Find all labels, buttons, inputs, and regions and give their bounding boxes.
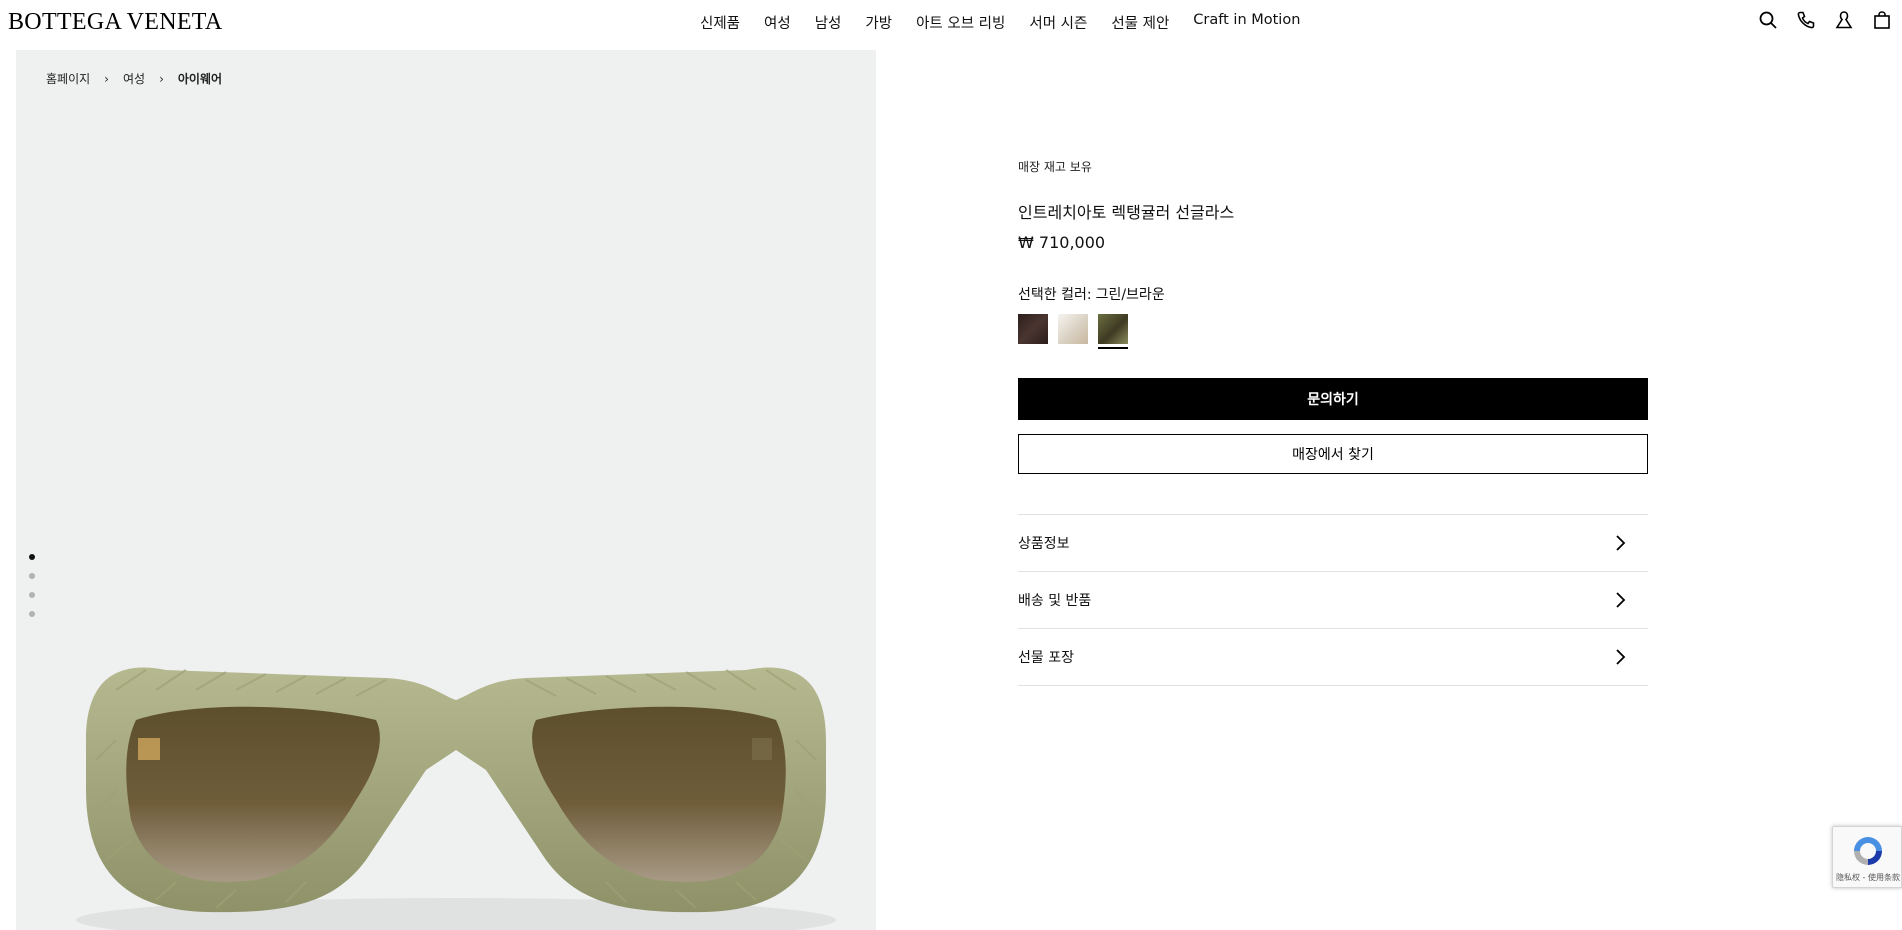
main-nav: 신제품 여성 남성 가방 아트 오브 리빙 서머 시즌 선물 제안 Craft … [700, 12, 1300, 33]
search-icon[interactable] [1758, 10, 1778, 30]
chevron-right-icon [1616, 649, 1626, 665]
nav-item-gifts[interactable]: 선물 제안 [1111, 12, 1169, 33]
stock-status: 매장 재고 보유 [1018, 160, 1092, 174]
swatch-dark-brown[interactable] [1018, 314, 1048, 344]
product-price: ₩ 710,000 [1018, 233, 1106, 252]
product-detail-panel: 매장 재고 보유 인트레치아토 렉탱귤러 선글라스 ₩ 710,000 선택한 … [1018, 158, 1648, 686]
nav-item-art-of-living[interactable]: 아트 오브 리빙 [916, 12, 1005, 33]
recaptcha-icon [1854, 837, 1882, 865]
phone-icon[interactable] [1796, 10, 1816, 30]
gallery-pagination [29, 554, 35, 617]
accordion-label: 상품정보 [1018, 536, 1070, 552]
brand-logo[interactable]: BOTTEGA VENETA [8, 9, 222, 36]
find-in-store-button[interactable]: 매장에서 찾기 [1018, 434, 1648, 474]
gallery-dot-2[interactable] [29, 573, 35, 579]
breadcrumb-eyewear: 아이웨어 [177, 72, 223, 86]
selected-color-label: 선택한 컬러: [1018, 287, 1092, 303]
inquire-button[interactable]: 문의하기 [1018, 378, 1648, 420]
nav-item-women[interactable]: 여성 [764, 12, 791, 33]
bag-icon[interactable] [1872, 10, 1892, 30]
chevron-right-icon [1616, 592, 1626, 608]
recaptcha-terms[interactable]: 隐私权 - 使用条款 [1835, 872, 1901, 883]
selected-color-value: 그린/브라운 [1095, 287, 1165, 303]
accordion-product-info[interactable]: 상품정보 [1018, 515, 1648, 572]
breadcrumb-women[interactable]: 여성 [123, 70, 145, 87]
accordion-label: 배송 및 반품 [1018, 593, 1092, 609]
recaptcha-badge[interactable]: 隐私权 - 使用条款 [1832, 826, 1902, 888]
chevron-right-icon [1616, 535, 1626, 551]
accordion-shipping-returns[interactable]: 배송 및 반품 [1018, 572, 1648, 629]
breadcrumb: 홈페이지 › 여성 › 아이웨어 [46, 70, 222, 87]
product-accordion: 상품정보 배송 및 반품 선물 포장 [1018, 514, 1648, 686]
nav-item-men[interactable]: 남성 [815, 12, 842, 33]
nav-item-summer-season[interactable]: 서머 시즌 [1029, 12, 1087, 33]
product-image-sunglasses [76, 667, 836, 930]
site-header: BOTTEGA VENETA 신제품 여성 남성 가방 아트 오브 리빙 서머 … [0, 0, 1902, 48]
nav-item-new[interactable]: 신제품 [700, 12, 740, 33]
gallery-dot-1[interactable] [29, 554, 35, 560]
accordion-gift-wrap[interactable]: 선물 포장 [1018, 629, 1648, 686]
gallery-dot-3[interactable] [29, 592, 35, 598]
chevron-right-icon: › [104, 71, 109, 86]
color-swatches [1018, 314, 1648, 349]
gallery-dot-4[interactable] [29, 611, 35, 617]
breadcrumb-home[interactable]: 홈페이지 [46, 70, 90, 87]
accordion-label: 선물 포장 [1018, 650, 1074, 666]
swatch-cream[interactable] [1058, 314, 1088, 344]
nav-item-bags[interactable]: 가방 [865, 12, 892, 33]
account-icon[interactable] [1834, 10, 1854, 30]
product-name: 인트레치아토 렉탱귤러 선글라스 [1018, 203, 1235, 222]
selected-color-row: 선택한 컬러: 그린/브라운 [1018, 284, 1648, 304]
header-actions [1758, 10, 1892, 30]
chevron-right-icon: › [159, 71, 164, 86]
swatch-green[interactable] [1098, 314, 1128, 349]
product-gallery[interactable]: 홈페이지 › 여성 › 아이웨어 [16, 50, 876, 930]
nav-item-craft-in-motion[interactable]: Craft in Motion [1193, 12, 1300, 33]
